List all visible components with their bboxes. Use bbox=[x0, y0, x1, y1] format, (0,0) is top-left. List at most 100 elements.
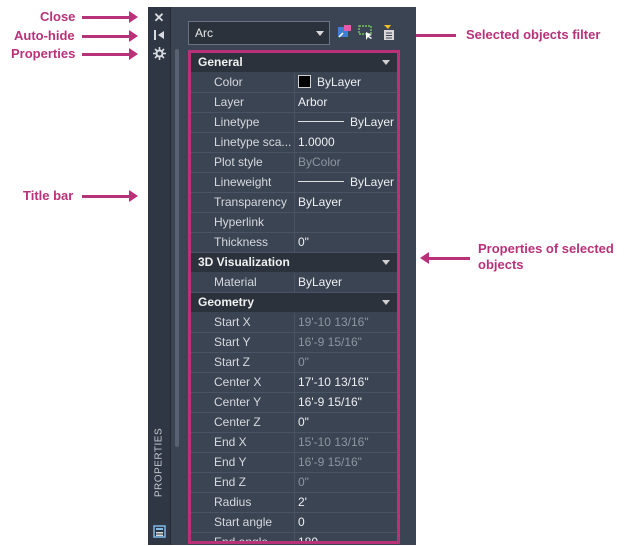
section-header[interactable]: General bbox=[191, 53, 397, 73]
palette-title-bar[interactable]: ✕ PROPERTIES bbox=[148, 7, 171, 545]
property-row[interactable]: Start Z 0" bbox=[191, 353, 397, 373]
line-sample-icon bbox=[298, 181, 344, 182]
section-title: General bbox=[198, 55, 243, 69]
property-label: Radius bbox=[191, 493, 295, 512]
property-label: Start X bbox=[191, 313, 295, 332]
property-row[interactable]: Linetype ByLayer bbox=[191, 113, 397, 133]
titlebar-arrow bbox=[82, 190, 138, 202]
chevron-down-icon[interactable] bbox=[382, 260, 390, 265]
property-row[interactable]: Start Y 16'-9 15/16" bbox=[191, 333, 397, 353]
property-value[interactable]: 17'-10 13/16" bbox=[295, 373, 397, 392]
property-row[interactable]: Start angle 0 bbox=[191, 513, 397, 533]
property-value-text: 16'-9 15/16" bbox=[298, 395, 362, 409]
property-value[interactable]: 1.0000 bbox=[295, 133, 397, 152]
palette-icon[interactable] bbox=[151, 525, 167, 541]
color-swatch-icon bbox=[298, 75, 311, 88]
property-row[interactable]: Center Z 0" bbox=[191, 413, 397, 433]
property-value[interactable]: ByLayer bbox=[295, 73, 397, 92]
property-value[interactable]: ByLayer bbox=[295, 113, 397, 132]
palette-title-text: PROPERTIES bbox=[153, 427, 165, 498]
property-label: Lineweight bbox=[191, 173, 295, 192]
property-value-text: 0" bbox=[298, 475, 309, 489]
property-value[interactable]: ByLayer bbox=[295, 193, 397, 212]
autohide-arrow bbox=[82, 30, 138, 42]
property-row[interactable]: Linetype sca... 1.0000 bbox=[191, 133, 397, 153]
property-label: Material bbox=[191, 273, 295, 292]
property-row[interactable]: End Y 16'-9 15/16" bbox=[191, 453, 397, 473]
property-label: Start angle bbox=[191, 513, 295, 532]
filter-annotation: Selected objects filter bbox=[466, 27, 601, 42]
property-value: 0" bbox=[295, 473, 397, 492]
property-value-text: Arbor bbox=[298, 95, 328, 109]
property-row[interactable]: Center X 17'-10 13/16" bbox=[191, 373, 397, 393]
property-label: Center Y bbox=[191, 393, 295, 412]
property-value[interactable]: 0 bbox=[295, 513, 397, 532]
properties-palette: ✕ PROPERTIES Arc General Color ByLayer Laye… bbox=[148, 7, 416, 545]
property-row[interactable]: Start X 19'-10 13/16" bbox=[191, 313, 397, 333]
section-header[interactable]: Geometry bbox=[191, 293, 397, 313]
property-value: 15'-10 13/16" bbox=[295, 433, 397, 452]
property-value-text: 0" bbox=[298, 415, 309, 429]
autohide-annotation: Auto-hide bbox=[14, 28, 75, 43]
property-label: Transparency bbox=[191, 193, 295, 212]
toggle-pickadd-icon[interactable] bbox=[337, 24, 353, 41]
property-value-text: 15'-10 13/16" bbox=[298, 435, 369, 449]
property-row[interactable]: Center Y 16'-9 15/16" bbox=[191, 393, 397, 413]
property-value-text: 1.0000 bbox=[298, 135, 335, 149]
property-label: Linetype bbox=[191, 113, 295, 132]
property-value[interactable]: 0" bbox=[295, 233, 397, 252]
property-value[interactable]: 16'-9 15/16" bbox=[295, 393, 397, 412]
property-label: End angle bbox=[191, 533, 295, 541]
property-label: Start Y bbox=[191, 333, 295, 352]
select-objects-icon[interactable] bbox=[358, 24, 374, 41]
scrollbar[interactable] bbox=[175, 49, 179, 447]
property-row[interactable]: Lineweight ByLayer bbox=[191, 173, 397, 193]
property-label: Start Z bbox=[191, 353, 295, 372]
property-value[interactable]: ByLayer bbox=[295, 273, 397, 292]
property-label: Linetype sca... bbox=[191, 133, 295, 152]
property-value-text: 19'-10 13/16" bbox=[298, 315, 369, 329]
property-value: 0" bbox=[295, 353, 397, 372]
autohide-icon[interactable] bbox=[151, 29, 167, 45]
property-row[interactable]: End X 15'-10 13/16" bbox=[191, 433, 397, 453]
properties-annotation: Properties bbox=[11, 46, 76, 61]
property-value-text: 17'-10 13/16" bbox=[298, 375, 369, 389]
property-row[interactable]: Hyperlink bbox=[191, 213, 397, 233]
property-label: Hyperlink bbox=[191, 213, 295, 232]
property-value[interactable]: 180 bbox=[295, 533, 397, 544]
selected-props-annotation: Properties of selected objects bbox=[478, 241, 614, 272]
property-value-text: 180 bbox=[298, 535, 319, 544]
object-type-dropdown[interactable]: Arc bbox=[188, 21, 330, 45]
property-row[interactable]: Plot style ByColor bbox=[191, 153, 397, 173]
property-value-text: ByLayer bbox=[317, 75, 362, 89]
property-value-text: ByLayer bbox=[298, 275, 343, 289]
property-row[interactable]: End Z 0" bbox=[191, 473, 397, 493]
property-row[interactable]: Material ByLayer bbox=[191, 273, 397, 293]
property-label: End Y bbox=[191, 453, 295, 472]
chevron-down-icon[interactable] bbox=[382, 300, 390, 305]
property-value: 19'-10 13/16" bbox=[295, 313, 397, 332]
property-row[interactable]: Thickness 0" bbox=[191, 233, 397, 253]
properties-menu-icon[interactable] bbox=[151, 47, 167, 63]
property-row[interactable]: End angle 180 bbox=[191, 533, 397, 544]
property-row[interactable]: Color ByLayer bbox=[191, 73, 397, 93]
property-row[interactable]: Layer Arbor bbox=[191, 93, 397, 113]
property-value[interactable] bbox=[295, 213, 397, 232]
property-value[interactable]: ByLayer bbox=[295, 173, 397, 192]
chevron-down-icon bbox=[316, 31, 324, 36]
property-value[interactable]: Arbor bbox=[295, 93, 397, 112]
property-row[interactable]: Radius 2' bbox=[191, 493, 397, 513]
close-icon[interactable]: ✕ bbox=[151, 10, 167, 26]
section-header[interactable]: 3D Visualization bbox=[191, 253, 397, 273]
property-value-text: 16'-9 15/16" bbox=[298, 335, 362, 349]
property-label: Layer bbox=[191, 93, 295, 112]
property-value-text: 0" bbox=[298, 355, 309, 369]
property-row[interactable]: Transparency ByLayer bbox=[191, 193, 397, 213]
titlebar-annotation: Title bar bbox=[23, 188, 74, 203]
property-value[interactable]: 0" bbox=[295, 413, 397, 432]
quick-select-icon[interactable] bbox=[379, 24, 395, 41]
property-label: Plot style bbox=[191, 153, 295, 172]
property-label: End Z bbox=[191, 473, 295, 492]
chevron-down-icon[interactable] bbox=[382, 60, 390, 65]
property-value[interactable]: 2' bbox=[295, 493, 397, 512]
